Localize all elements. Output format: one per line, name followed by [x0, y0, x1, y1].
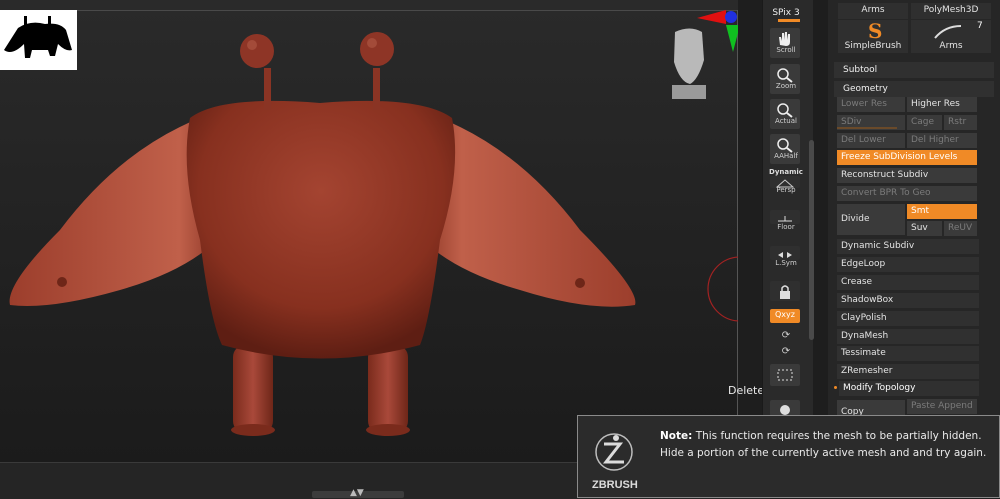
- note-line-2: Hide a portion of the currently active m…: [660, 447, 987, 459]
- paste-append-button[interactable]: Paste Append: [907, 399, 977, 414]
- model-thumbnail: [0, 10, 77, 70]
- lower-res-button[interactable]: Lower Res: [837, 97, 905, 112]
- suv-toggle[interactable]: Suv: [907, 221, 942, 236]
- tool-thumb-arms[interactable]: Arms: [838, 3, 908, 19]
- crease-section[interactable]: Crease: [837, 275, 979, 290]
- tool-thumb-simplebrush[interactable]: S SimpleBrush: [838, 19, 908, 53]
- simplebrush-icon: S: [868, 20, 882, 42]
- actual-size-icon: [777, 103, 793, 118]
- zbrush-brand: ZBRUSH: [592, 479, 638, 491]
- higher-res-button[interactable]: Higher Res: [907, 97, 977, 112]
- lsym-button[interactable]: [770, 246, 800, 260]
- convert-bpr-button[interactable]: Convert BPR To Geo: [837, 186, 977, 201]
- divide-button[interactable]: Divide: [837, 204, 905, 235]
- tool-thumb-polymesh3d[interactable]: PolyMesh3D: [911, 3, 991, 19]
- note-heading: Note:: [660, 430, 693, 442]
- shadowbox-section[interactable]: ShadowBox: [837, 293, 979, 308]
- cage-button[interactable]: Cage: [907, 115, 942, 130]
- dynamic-label: Dynamic: [769, 168, 803, 176]
- hand-icon: [779, 32, 790, 46]
- actual-label: Actual: [775, 117, 797, 125]
- lock-icon: [780, 285, 790, 299]
- persp-label: Persp: [776, 186, 796, 194]
- floor-button[interactable]: [770, 210, 800, 224]
- note-message: Note: This function requires the mesh to…: [660, 428, 990, 462]
- simplebrush-label: SimpleBrush: [844, 41, 902, 51]
- aahalf-icon: [777, 138, 793, 153]
- note-dialog: ZBRUSH Note: This function requires the …: [577, 415, 1000, 498]
- frame-button[interactable]: [770, 364, 800, 386]
- viewport-canvas[interactable]: [0, 0, 738, 462]
- zoom-icon: [777, 68, 793, 83]
- modify-topology-section[interactable]: Modify Topology: [839, 381, 979, 396]
- modify-topology-bullet: [834, 386, 837, 389]
- spix-label[interactable]: SPix 3: [762, 8, 810, 18]
- xyz-label: Qxyz: [775, 310, 795, 319]
- freeze-subdivision-button[interactable]: Freeze SubDivision Levels: [837, 150, 977, 165]
- bottom-tray-handle[interactable]: ▲▼: [312, 488, 404, 498]
- y-rotate-icon[interactable]: ⟳: [762, 330, 810, 341]
- z-rotate-icon[interactable]: ⟳: [762, 346, 810, 357]
- reuv-button[interactable]: ReUV: [944, 221, 977, 236]
- edgeloop-section[interactable]: EdgeLoop: [837, 257, 979, 272]
- tool-count: 7: [977, 21, 983, 31]
- arms-label: Arms: [939, 41, 963, 51]
- aahalf-label: AAHalf: [774, 152, 798, 160]
- zoom-label: Zoom: [775, 82, 797, 90]
- tool-thumb-arms-2[interactable]: 7 Arms: [911, 20, 991, 53]
- reconstruct-subdiv-button[interactable]: Reconstruct Subdiv: [837, 168, 977, 183]
- dynamic-subdiv-section[interactable]: Dynamic Subdiv: [837, 239, 979, 254]
- spix-slider[interactable]: [778, 19, 800, 22]
- del-lower-button[interactable]: Del Lower: [837, 133, 905, 148]
- zbrush-logo-icon: ZBRUSH: [592, 433, 638, 491]
- sdiv-slider-fill: [837, 127, 897, 129]
- rstr-button[interactable]: Rstr: [944, 115, 977, 130]
- tray-arrows-icon: ▲▼: [350, 488, 364, 498]
- tessimate-section[interactable]: Tessimate: [837, 346, 979, 361]
- smt-toggle[interactable]: Smt: [907, 204, 977, 219]
- note-line-1: This function requires the mesh to be pa…: [695, 430, 982, 442]
- claypolish-section[interactable]: ClayPolish: [837, 311, 979, 326]
- scroll-label: Scroll: [776, 46, 796, 54]
- floor-label: Floor: [777, 223, 795, 231]
- model-render[interactable]: [0, 0, 738, 462]
- frame-icon: [777, 369, 793, 381]
- del-higher-button[interactable]: Del Higher: [907, 133, 977, 148]
- subtool-section[interactable]: Subtool: [834, 62, 994, 78]
- geometry-section[interactable]: Geometry: [834, 81, 994, 97]
- zremesher-section[interactable]: ZRemesher: [837, 364, 979, 379]
- arms-brush-icon: [934, 25, 962, 39]
- xyz-button[interactable]: Qxyz: [770, 309, 800, 323]
- move-button[interactable]: [770, 400, 800, 416]
- local-transform-button[interactable]: [770, 281, 800, 301]
- dynamesh-section[interactable]: DynaMesh: [837, 329, 979, 344]
- shelf-scrollbar[interactable]: [809, 140, 814, 340]
- lsym-label: L.Sym: [775, 259, 797, 267]
